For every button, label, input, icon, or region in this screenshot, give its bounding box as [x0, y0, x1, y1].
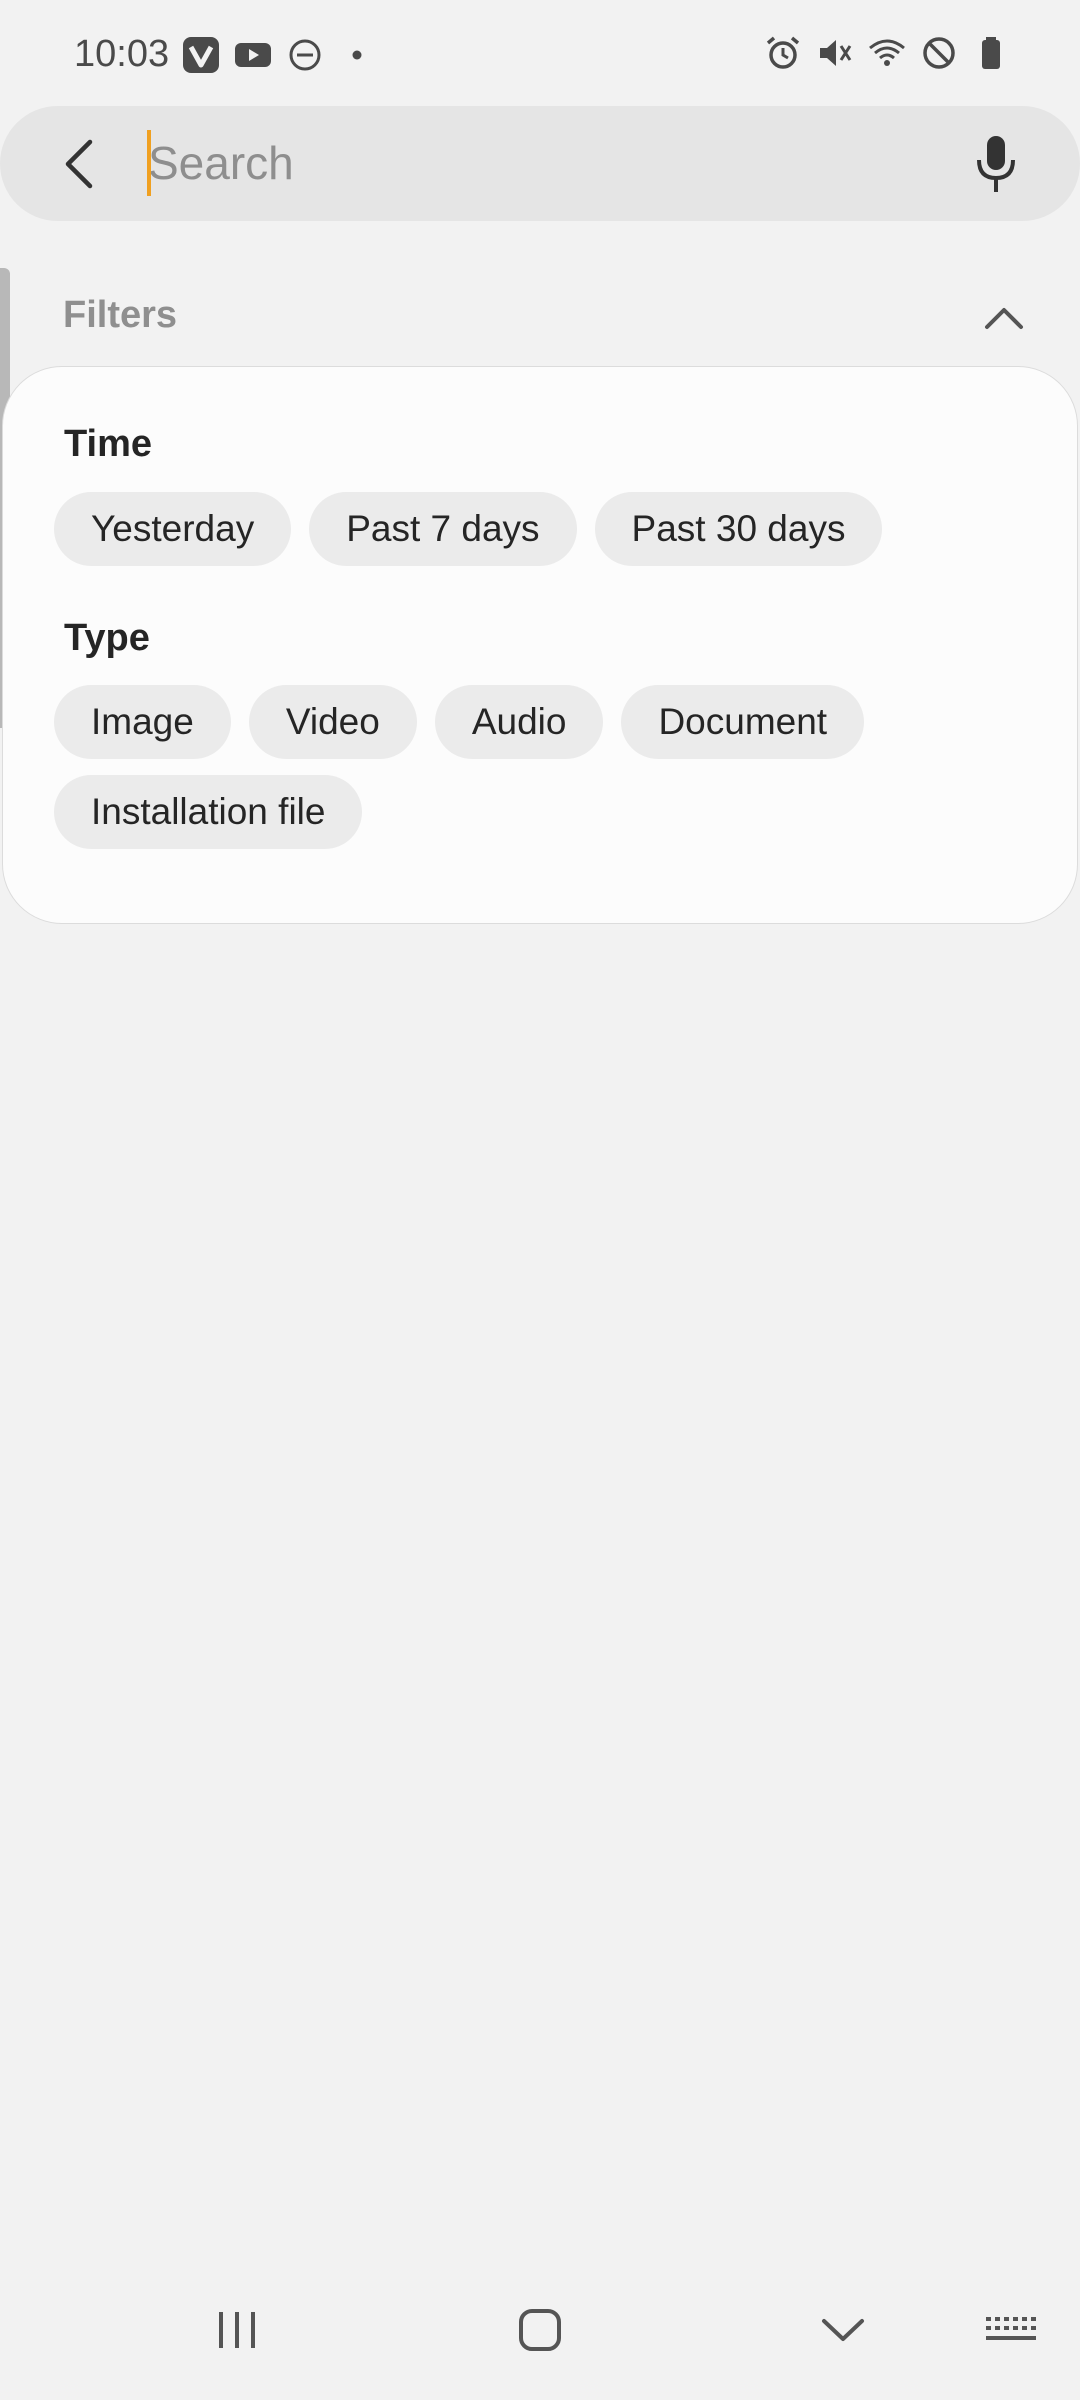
home-icon [519, 2309, 561, 2351]
notification-dot-icon [338, 36, 376, 74]
home-button[interactable] [495, 2290, 585, 2370]
search-bar [0, 106, 1080, 221]
voice-search-button[interactable] [960, 128, 1032, 200]
collapse-filters-button[interactable] [968, 286, 1040, 350]
hide-keyboard-button[interactable] [798, 2290, 888, 2370]
chip-past-30-days[interactable]: Past 30 days [594, 492, 883, 566]
hide-keyboard-icon [822, 2319, 864, 2341]
chevron-up-icon [985, 308, 1023, 329]
vivaldi-app-icon [182, 36, 220, 74]
status-bar: 10:03 [0, 0, 1080, 108]
chip-video[interactable]: Video [248, 685, 417, 759]
battery-icon [972, 34, 1010, 72]
status-right-icons [764, 34, 1010, 72]
youtube-icon [234, 36, 272, 74]
chip-yesterday[interactable]: Yesterday [54, 492, 292, 566]
text-cursor [147, 130, 151, 196]
recents-button[interactable] [192, 2290, 282, 2370]
keyboard-button[interactable] [966, 2290, 1056, 2370]
microphone-icon [977, 136, 1015, 192]
chip-audio[interactable]: Audio [434, 685, 604, 759]
chip-past-7-days[interactable]: Past 7 days [309, 492, 577, 566]
back-arrow-icon [65, 139, 93, 189]
time-chip-row: Yesterday Past 7 days Past 30 days [54, 492, 883, 566]
do-not-disturb-icon [286, 36, 324, 74]
filter-panel: Time Yesterday Past 7 days Past 30 days … [2, 366, 1078, 924]
chip-installation-file[interactable]: Installation file [54, 775, 363, 849]
blocked-icon [920, 34, 958, 72]
wifi-icon [868, 34, 906, 72]
status-time: 10:03 [74, 33, 170, 75]
mute-icon [816, 34, 854, 72]
recents-icon [219, 2312, 255, 2348]
search-input[interactable] [148, 131, 928, 195]
back-button[interactable] [48, 132, 112, 196]
time-section-label: Time [64, 423, 153, 465]
chip-document[interactable]: Document [621, 685, 865, 759]
alarm-icon [764, 34, 802, 72]
chip-image[interactable]: Image [54, 685, 231, 759]
type-section-label: Type [64, 617, 150, 659]
type-chip-row-1: Image Video Audio Document [54, 685, 865, 759]
filters-header[interactable]: Filters [0, 270, 1080, 366]
navigation-bar [0, 2260, 1080, 2400]
keyboard-icon [986, 2317, 1036, 2340]
status-left-icons [182, 36, 376, 74]
type-chip-row-2: Installation file [54, 775, 363, 849]
filters-title: Filters [63, 294, 178, 336]
